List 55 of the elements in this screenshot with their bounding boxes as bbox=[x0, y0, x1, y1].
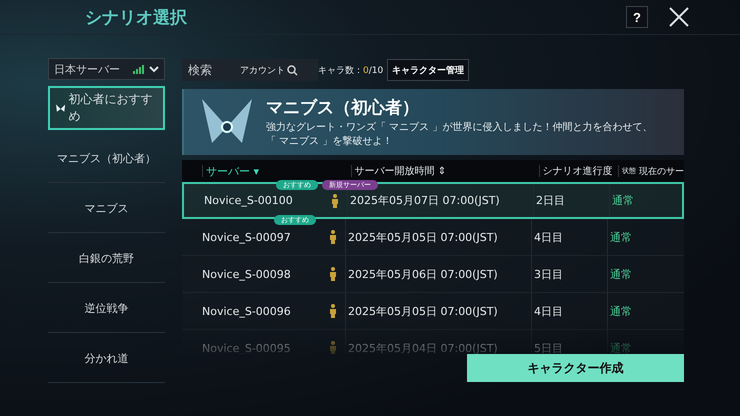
column-header: シナリオ進行度 bbox=[542, 164, 613, 178]
person-icon bbox=[329, 267, 337, 281]
person-icon bbox=[329, 304, 337, 318]
scenario-tab[interactable]: マニブス bbox=[48, 184, 165, 233]
scenario-progress: 4日目 bbox=[534, 304, 563, 318]
close-icon[interactable] bbox=[668, 6, 690, 28]
help-button[interactable]: ? bbox=[626, 6, 648, 28]
server-name: Novice_S-00096 bbox=[202, 304, 291, 318]
scenario-progress: 2日目 bbox=[536, 193, 565, 208]
banner-title: マニブス（初心者） bbox=[266, 97, 420, 119]
search-field[interactable]: 検索 アカウント bbox=[182, 59, 318, 81]
scenario-tab[interactable]: 分かれ道 bbox=[48, 334, 165, 383]
open-time: 2025年05月07日 07:00(JST) bbox=[350, 193, 500, 208]
person-icon bbox=[329, 341, 337, 354]
scenario-tab[interactable]: 初心者におすすめ bbox=[48, 86, 165, 130]
column-header[interactable]: サーバー開放時間 ⇕ bbox=[354, 164, 446, 178]
banner-description: 強力なグレート・ワンズ「 マニブス 」が世界に侵入しました！仲間と力を合わせて、 bbox=[266, 120, 652, 134]
scenario-tab[interactable]: 白銀の荒野 bbox=[48, 234, 165, 283]
open-time: 2025年05月05日 07:00(JST) bbox=[348, 304, 498, 318]
server-row[interactable]: Novice_S-00098 2025年05月06日 07:00(JST) 3日目 通常 bbox=[182, 256, 684, 293]
column-header: 現在のサー bbox=[638, 166, 684, 178]
server-status: 通常 bbox=[610, 340, 632, 354]
search-input[interactable]: 検索 bbox=[188, 63, 238, 77]
server-name: Novice_S-00097 bbox=[202, 230, 291, 244]
person-icon bbox=[331, 194, 339, 208]
signal-icon bbox=[133, 64, 144, 74]
scenario-progress: 5日目 bbox=[534, 340, 563, 354]
scenario-progress: 3日目 bbox=[534, 266, 563, 282]
server-name: Novice_S-00095 bbox=[202, 342, 291, 354]
server-status: 通常 bbox=[610, 304, 632, 318]
search-icon bbox=[287, 64, 298, 76]
server-status: 通常 bbox=[612, 193, 634, 208]
banner-description: 「 マニブス 」を撃破せよ！ bbox=[266, 134, 394, 148]
server-dropdown[interactable]: 日本サーバー bbox=[48, 58, 165, 80]
scenario-tab[interactable]: マニブス（初心者） bbox=[48, 134, 165, 183]
open-time: 2025年05月05日 07:00(JST) bbox=[348, 230, 498, 244]
create-character-button[interactable]: キャラクター作成 bbox=[467, 354, 684, 382]
scenario-progress: 4日目 bbox=[534, 230, 563, 244]
server-row[interactable]: Novice_S-00096 2025年05月05日 07:00(JST) 4日目 通常 bbox=[182, 293, 684, 330]
person-icon bbox=[329, 230, 337, 244]
open-time: 2025年05月06日 07:00(JST) bbox=[348, 266, 498, 282]
open-time: 2025年05月04日 07:00(JST) bbox=[348, 340, 498, 354]
character-count-label: キャラ数： bbox=[318, 66, 363, 76]
column-header[interactable]: サーバー ▾ bbox=[206, 164, 260, 178]
character-count-current: 0 bbox=[363, 66, 369, 76]
scenario-tab[interactable]: 逆位戦争 bbox=[48, 284, 165, 333]
butterfly-icon bbox=[56, 104, 66, 112]
page-title: シナリオ選択 bbox=[85, 6, 187, 28]
chevron-icon bbox=[149, 66, 159, 72]
server-name: Novice_S-00098 bbox=[202, 268, 291, 280]
character-count-max: /10 bbox=[368, 66, 384, 76]
server-status: 通常 bbox=[610, 230, 632, 244]
server-status: 通常 bbox=[610, 266, 632, 282]
server-name: Novice_S-00100 bbox=[204, 194, 293, 207]
character-manage-button[interactable]: キャラクター管理 bbox=[387, 59, 470, 81]
